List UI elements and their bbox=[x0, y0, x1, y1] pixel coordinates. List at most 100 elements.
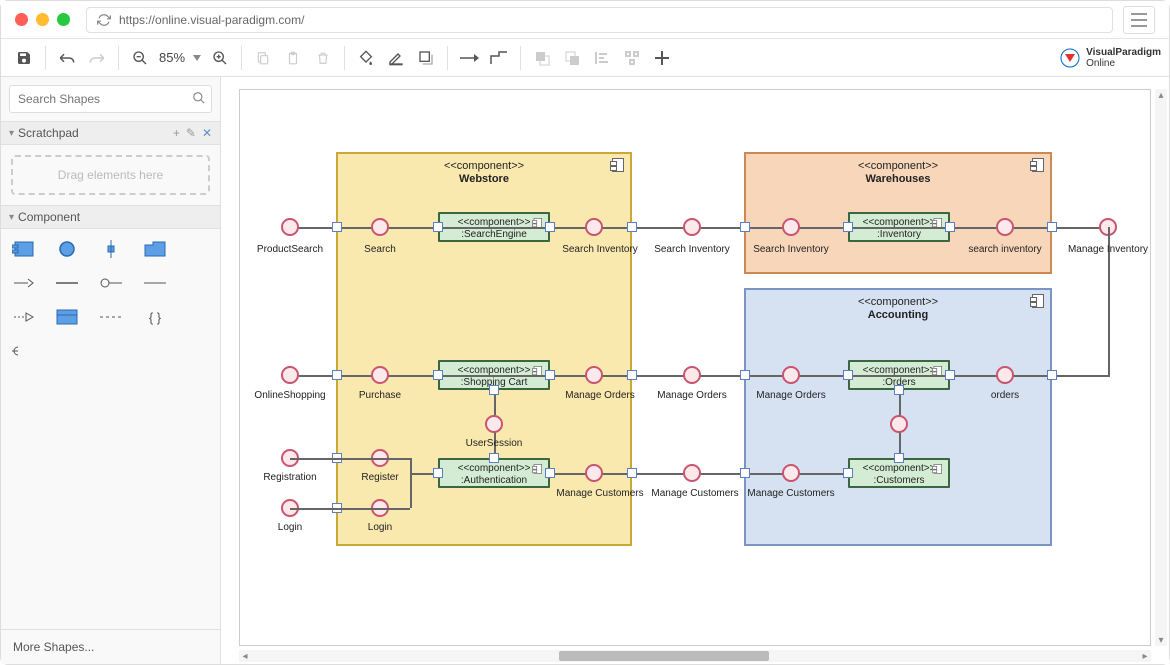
port-node[interactable] bbox=[740, 468, 750, 478]
fill-button[interactable] bbox=[351, 43, 381, 73]
zoom-level[interactable]: 85% bbox=[155, 50, 189, 65]
scratchpad-header[interactable]: ▾ Scratchpad + ✎ ✕ bbox=[1, 121, 220, 145]
interface-node[interactable] bbox=[683, 464, 701, 482]
port-node[interactable] bbox=[433, 468, 443, 478]
palette-package-icon[interactable] bbox=[143, 239, 167, 259]
port-node[interactable] bbox=[740, 370, 750, 380]
to-back-button[interactable] bbox=[557, 43, 587, 73]
interface-node[interactable] bbox=[782, 464, 800, 482]
search-shapes-input[interactable] bbox=[9, 85, 212, 113]
port-node[interactable] bbox=[489, 453, 499, 463]
palette-dependency-icon[interactable] bbox=[11, 273, 35, 293]
scroll-left-icon[interactable]: ◂ bbox=[239, 650, 251, 662]
scroll-right-icon[interactable]: ▸ bbox=[1139, 650, 1151, 662]
copy-button[interactable] bbox=[248, 43, 278, 73]
palette-class-icon[interactable] bbox=[55, 307, 79, 327]
component-panel-header[interactable]: ▾ Component bbox=[1, 205, 220, 229]
port-node[interactable] bbox=[843, 468, 853, 478]
port-node[interactable] bbox=[894, 385, 904, 395]
horizontal-scrollbar[interactable]: ◂ ▸ bbox=[239, 650, 1151, 662]
port-node[interactable] bbox=[1047, 370, 1057, 380]
add-button[interactable] bbox=[647, 43, 677, 73]
scroll-thumb[interactable] bbox=[559, 651, 769, 661]
interface-node[interactable] bbox=[585, 366, 603, 384]
zoom-dropdown[interactable] bbox=[189, 43, 205, 73]
interface-node[interactable] bbox=[782, 366, 800, 384]
interface-node[interactable] bbox=[996, 366, 1014, 384]
maximize-window-icon[interactable] bbox=[57, 13, 70, 26]
interface-node[interactable] bbox=[281, 366, 299, 384]
url-bar[interactable]: https://online.visual-paradigm.com/ bbox=[86, 7, 1113, 33]
distribute-button[interactable] bbox=[617, 43, 647, 73]
minimize-window-icon[interactable] bbox=[36, 13, 49, 26]
redo-button[interactable] bbox=[82, 43, 112, 73]
port-node[interactable] bbox=[545, 468, 555, 478]
palette-assoc-icon[interactable] bbox=[143, 273, 167, 293]
more-shapes-button[interactable]: More Shapes... bbox=[1, 629, 220, 664]
paste-button[interactable] bbox=[278, 43, 308, 73]
interface-node[interactable] bbox=[371, 218, 389, 236]
palette-component-icon[interactable] bbox=[11, 239, 35, 259]
interface-node[interactable] bbox=[585, 218, 603, 236]
scratchpad-dropzone[interactable]: Drag elements here bbox=[11, 155, 210, 195]
interface-node[interactable] bbox=[683, 366, 701, 384]
port-node[interactable] bbox=[545, 370, 555, 380]
port-node[interactable] bbox=[945, 370, 955, 380]
reload-icon[interactable] bbox=[97, 13, 111, 27]
search-icon[interactable] bbox=[192, 91, 206, 105]
palette-realize-icon[interactable] bbox=[11, 307, 35, 327]
port-node[interactable] bbox=[433, 222, 443, 232]
diagram-canvas[interactable]: <<component>>Webstore <<component>>Wareh… bbox=[239, 89, 1151, 646]
palette-interface-icon[interactable] bbox=[55, 239, 79, 259]
interface-node[interactable] bbox=[996, 218, 1014, 236]
port-node[interactable] bbox=[843, 222, 853, 232]
palette-line-icon[interactable] bbox=[55, 273, 79, 293]
port-node[interactable] bbox=[332, 370, 342, 380]
interface-node[interactable] bbox=[683, 218, 701, 236]
brand-logo[interactable]: VisualParadigmOnline bbox=[1060, 47, 1161, 69]
port-node[interactable] bbox=[433, 370, 443, 380]
stroke-button[interactable] bbox=[381, 43, 411, 73]
scratchpad-add-icon[interactable]: + bbox=[173, 126, 180, 140]
palette-required-icon[interactable] bbox=[11, 341, 35, 361]
port-node[interactable] bbox=[627, 370, 637, 380]
close-window-icon[interactable] bbox=[15, 13, 28, 26]
align-button[interactable] bbox=[587, 43, 617, 73]
scroll-down-icon[interactable]: ▾ bbox=[1155, 634, 1167, 646]
port-node[interactable] bbox=[332, 222, 342, 232]
interface-node[interactable] bbox=[371, 366, 389, 384]
port-node[interactable] bbox=[945, 222, 955, 232]
save-button[interactable] bbox=[9, 43, 39, 73]
port-node[interactable] bbox=[489, 385, 499, 395]
palette-constraint-icon[interactable]: { } bbox=[143, 307, 167, 327]
waypoint-button[interactable] bbox=[484, 43, 514, 73]
to-front-button[interactable] bbox=[527, 43, 557, 73]
port-node[interactable] bbox=[894, 453, 904, 463]
scratchpad-close-icon[interactable]: ✕ bbox=[202, 126, 212, 140]
port-node[interactable] bbox=[843, 370, 853, 380]
zoom-in-button[interactable] bbox=[205, 43, 235, 73]
vertical-scrollbar[interactable]: ▴ ▾ bbox=[1155, 89, 1167, 646]
port-node[interactable] bbox=[627, 468, 637, 478]
interface-node[interactable] bbox=[485, 415, 503, 433]
scratchpad-edit-icon[interactable]: ✎ bbox=[186, 126, 196, 140]
canvas-area[interactable]: <<component>>Webstore <<component>>Wareh… bbox=[221, 77, 1169, 664]
interface-node[interactable] bbox=[890, 415, 908, 433]
delete-button[interactable] bbox=[308, 43, 338, 73]
shadow-button[interactable] bbox=[411, 43, 441, 73]
interface-node[interactable] bbox=[281, 218, 299, 236]
port-node[interactable] bbox=[1047, 222, 1057, 232]
interface-node[interactable] bbox=[585, 464, 603, 482]
interface-node[interactable] bbox=[782, 218, 800, 236]
undo-button[interactable] bbox=[52, 43, 82, 73]
hamburger-menu-button[interactable] bbox=[1123, 6, 1155, 34]
connector-style-button[interactable] bbox=[454, 43, 484, 73]
zoom-out-button[interactable] bbox=[125, 43, 155, 73]
palette-provided-icon[interactable] bbox=[99, 273, 123, 293]
scroll-up-icon[interactable]: ▴ bbox=[1155, 89, 1167, 101]
port-node[interactable] bbox=[740, 222, 750, 232]
palette-dashed-icon[interactable] bbox=[99, 307, 123, 327]
palette-port-icon[interactable] bbox=[99, 239, 123, 259]
port-node[interactable] bbox=[627, 222, 637, 232]
port-node[interactable] bbox=[545, 222, 555, 232]
